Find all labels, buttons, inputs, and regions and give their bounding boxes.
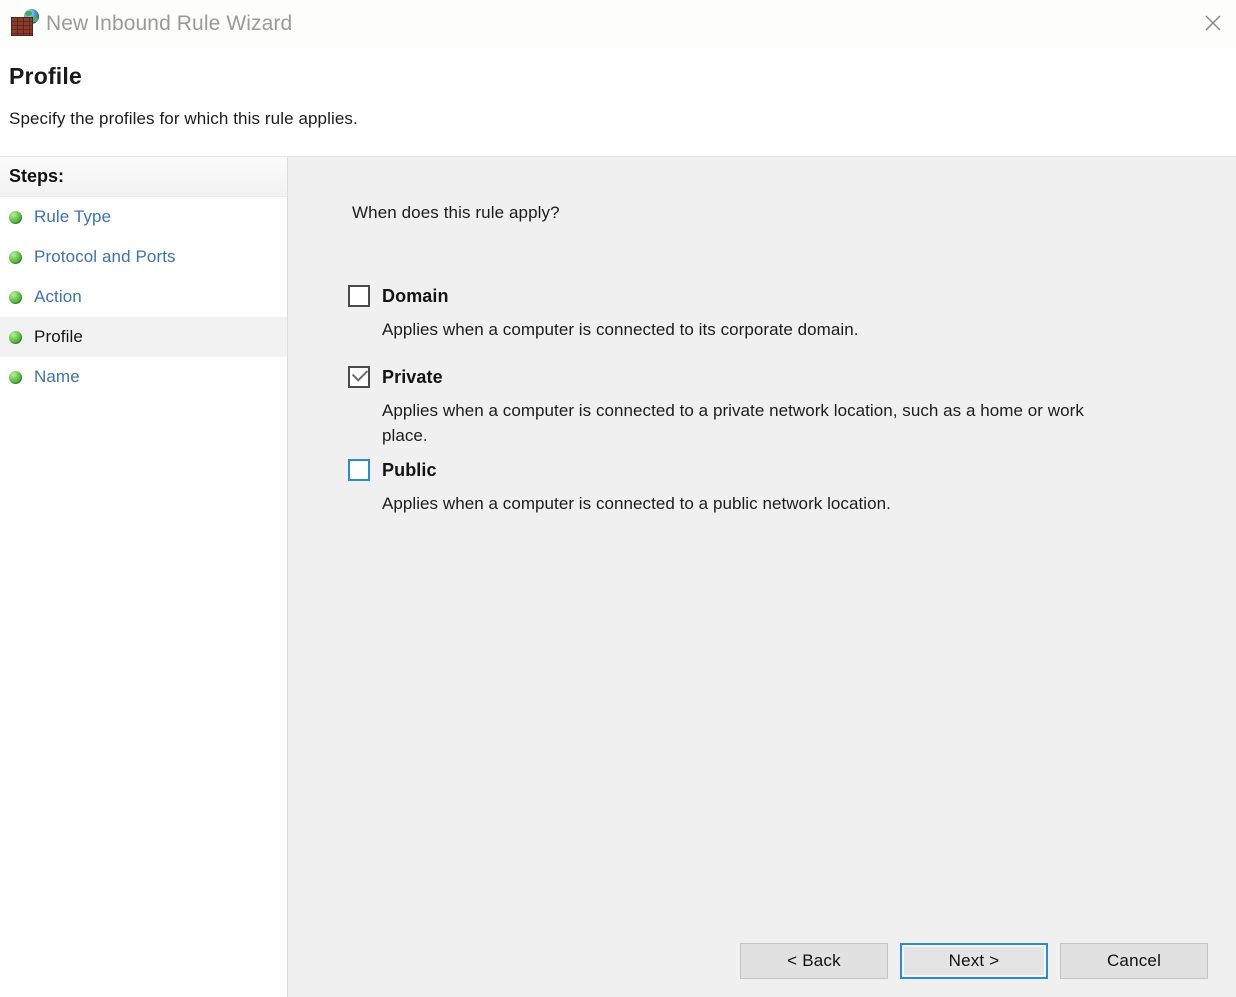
main-panel: When does this rule apply? Domain Applie…	[288, 157, 1236, 997]
private-checkbox[interactable]	[348, 365, 370, 388]
public-checkbox[interactable]	[348, 459, 370, 481]
sidebar-item-action[interactable]: Action	[0, 277, 287, 317]
next-button[interactable]: Next >	[900, 943, 1048, 979]
cancel-button[interactable]: Cancel	[1060, 943, 1208, 979]
step-bullet-icon	[9, 370, 22, 384]
domain-checkbox[interactable]	[348, 285, 370, 307]
wizard-body: Steps: Rule Type Protocol and Ports Acti…	[0, 157, 1236, 997]
step-bullet-icon	[9, 290, 22, 304]
sidebar-item-name[interactable]: Name	[0, 357, 287, 397]
close-icon[interactable]	[1190, 0, 1236, 46]
option-group-private: Private Applies when a computer is conne…	[348, 365, 1102, 448]
step-bullet-icon	[9, 250, 22, 264]
sidebar-item-label: Action	[34, 287, 82, 306]
private-description: Applies when a computer is connected to …	[382, 401, 1084, 445]
option-group-domain: Domain Applies when a computer is connec…	[348, 285, 858, 342]
private-label[interactable]: Private	[382, 367, 443, 388]
wizard-footer: < Back Next > Cancel	[740, 943, 1208, 979]
sidebar-item-protocol-and-ports[interactable]: Protocol and Ports	[0, 237, 287, 277]
checkmark-icon	[351, 365, 369, 382]
sidebar-item-profile[interactable]: Profile	[0, 317, 287, 357]
public-label[interactable]: Public	[382, 460, 437, 481]
sidebar-item-label: Protocol and Ports	[34, 247, 176, 266]
private-checkbox-row[interactable]: Private	[348, 365, 1102, 388]
domain-label[interactable]: Domain	[382, 286, 449, 307]
brick-wall-shape	[11, 17, 33, 36]
sidebar-item-label: Name	[34, 367, 80, 386]
steps-sidebar: Steps: Rule Type Protocol and Ports Acti…	[0, 157, 288, 997]
wizard-window: New Inbound Rule Wizard Profile Specify …	[0, 0, 1236, 997]
domain-checkbox-row[interactable]: Domain	[348, 285, 858, 307]
public-checkbox-row[interactable]: Public	[348, 459, 891, 481]
step-bullet-icon	[9, 210, 22, 224]
firewall-globe-icon	[10, 9, 40, 39]
option-group-public: Public Applies when a computer is connec…	[348, 459, 891, 516]
window-title: New Inbound Rule Wizard	[46, 12, 293, 35]
page-title: Profile	[9, 63, 82, 89]
sidebar-item-label: Profile	[34, 327, 83, 346]
sidebar-item-rule-type[interactable]: Rule Type	[0, 197, 287, 237]
step-bullet-icon	[9, 330, 22, 344]
title-bar: New Inbound Rule Wizard	[0, 0, 1236, 48]
public-description: Applies when a computer is connected to …	[382, 494, 891, 513]
domain-description: Applies when a computer is connected to …	[382, 320, 859, 339]
steps-header: Steps:	[0, 157, 287, 197]
question-text: When does this rule apply?	[352, 203, 560, 222]
page-subtitle: Specify the profiles for which this rule…	[9, 109, 358, 128]
sidebar-item-label: Rule Type	[34, 207, 112, 226]
back-button[interactable]: < Back	[740, 943, 888, 979]
page-header: Profile Specify the profiles for which t…	[0, 48, 1236, 157]
